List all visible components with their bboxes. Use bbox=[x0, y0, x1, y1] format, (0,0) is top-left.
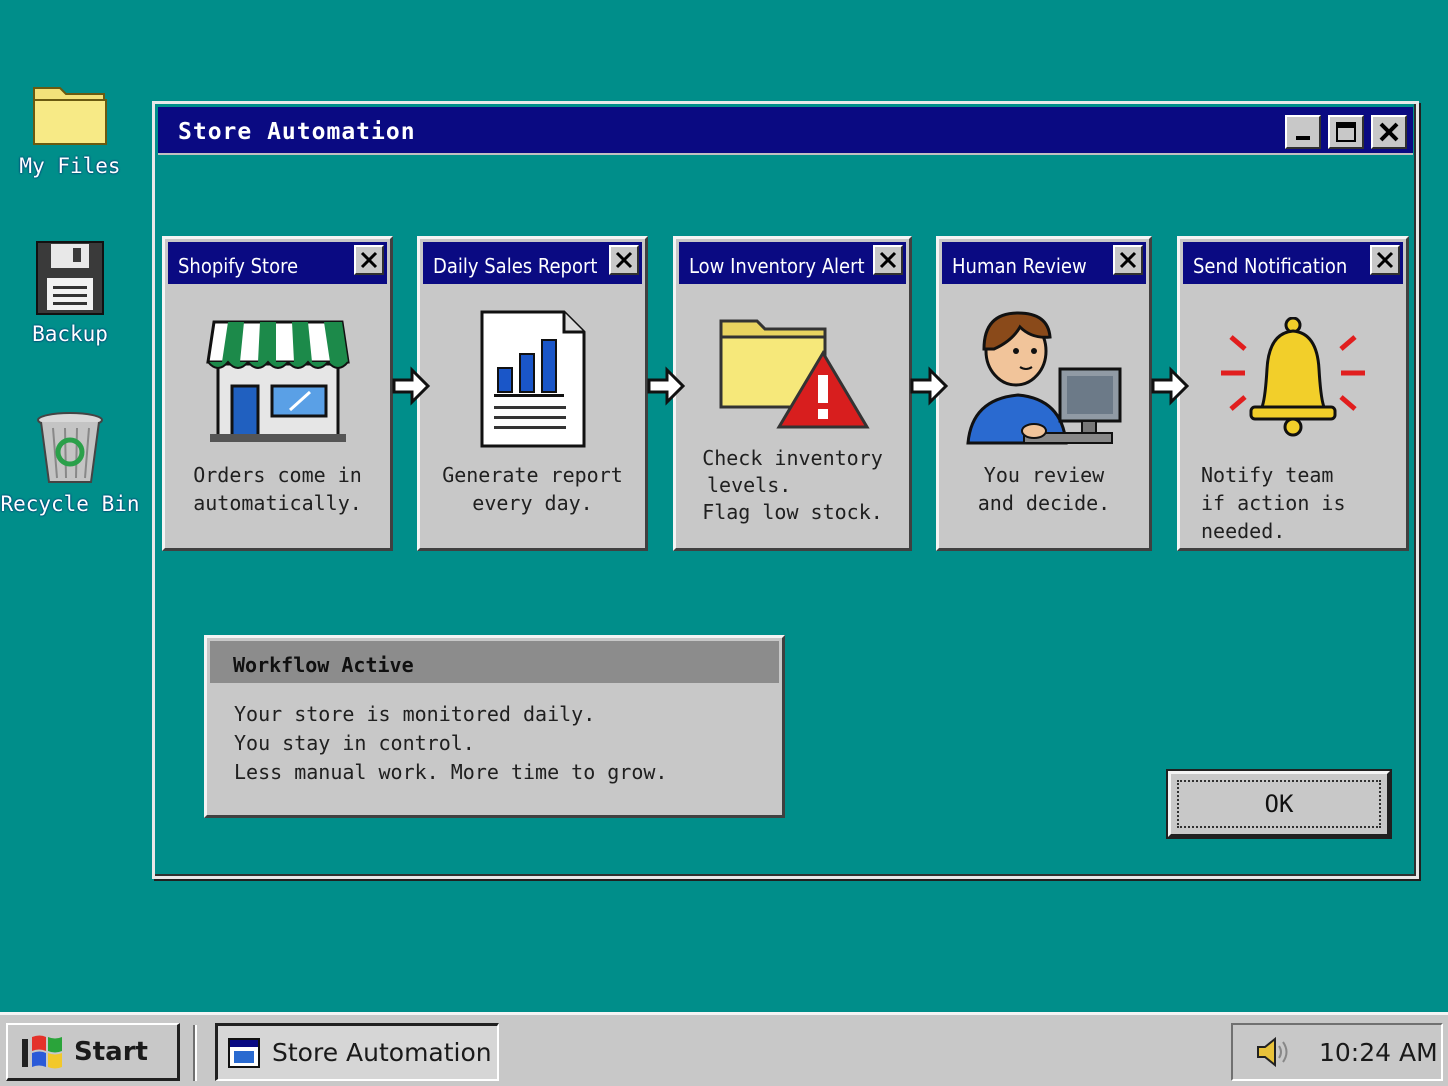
workflow-status-panel: Workflow Active Your store is monitored … bbox=[204, 635, 785, 818]
step-description-line: every day. bbox=[472, 491, 593, 515]
step-description-line: Check inventory bbox=[702, 446, 883, 470]
speaker-volume-icon[interactable] bbox=[1255, 1036, 1291, 1068]
close-button[interactable] bbox=[1371, 115, 1407, 149]
step-description-line: if action is needed. bbox=[1201, 491, 1346, 543]
window-title: Store Automation bbox=[178, 119, 416, 145]
step-card-daily-sales-report[interactable]: Daily Sales Report Generate report every… bbox=[417, 236, 648, 551]
step-card-send-notification[interactable]: Send Notification Notify team if action … bbox=[1177, 236, 1409, 551]
step-close-button[interactable] bbox=[1113, 245, 1143, 275]
step-description-line: automatically. bbox=[193, 491, 362, 515]
step-description-line: Orders come in bbox=[193, 463, 362, 487]
step-description-line: levels. bbox=[707, 473, 792, 497]
close-icon bbox=[1119, 251, 1137, 269]
windows-logo-icon bbox=[22, 1035, 62, 1068]
step-title: Low Inventory Alert bbox=[679, 242, 906, 284]
step-card-low-inventory-alert[interactable]: Low Inventory Alert Check inventory leve… bbox=[673, 236, 912, 551]
start-label: Start bbox=[74, 1036, 148, 1067]
close-icon bbox=[615, 251, 633, 269]
close-icon bbox=[879, 251, 897, 269]
step-close-button[interactable] bbox=[354, 245, 384, 275]
clock: 10:24 AM bbox=[1319, 1037, 1438, 1067]
status-line: You stay in control. bbox=[234, 731, 475, 755]
desktop-icon-label: Backup bbox=[32, 322, 108, 346]
maximize-icon bbox=[1336, 122, 1356, 142]
recycle-bin-icon bbox=[37, 412, 103, 483]
taskbar: Start Store Automation 10:24 AM bbox=[0, 1012, 1448, 1086]
taskbar-item-store-automation[interactable]: Store Automation bbox=[215, 1023, 499, 1081]
status-line: Less manual work. More time to grow. bbox=[234, 760, 668, 784]
window-app-icon bbox=[228, 1037, 260, 1068]
storefront-icon bbox=[205, 320, 350, 442]
desktop-icon-my-files[interactable]: My Files bbox=[0, 78, 140, 178]
step-description-line: and decide. bbox=[977, 491, 1111, 515]
step-close-button[interactable] bbox=[1370, 245, 1400, 275]
close-icon bbox=[1376, 251, 1394, 269]
status-line: Your store is monitored daily. bbox=[234, 702, 596, 726]
desktop-icon-recycle-bin[interactable]: Recycle Bin bbox=[0, 410, 140, 516]
arrow-right-icon bbox=[910, 366, 949, 406]
step-description-line: You review bbox=[983, 463, 1105, 487]
window-titlebar[interactable]: Store Automation bbox=[158, 107, 1413, 155]
step-card-shopify-store[interactable]: Shopify Store Orders come in automatical… bbox=[162, 236, 393, 551]
person-computer-icon bbox=[966, 311, 1122, 445]
desktop-icon-label: Recycle Bin bbox=[0, 492, 140, 516]
close-icon bbox=[1379, 122, 1399, 142]
floppy-disk-icon bbox=[36, 241, 104, 315]
step-description-line: Notify team bbox=[1201, 463, 1334, 487]
close-icon bbox=[360, 251, 378, 269]
status-title: Workflow Active bbox=[210, 641, 779, 683]
system-tray: 10:24 AM bbox=[1231, 1023, 1443, 1081]
arrow-right-icon bbox=[647, 366, 686, 406]
taskbar-item-label: Store Automation bbox=[272, 1038, 492, 1067]
desktop-icon-label: My Files bbox=[19, 154, 121, 178]
step-description-line: Flag low stock. bbox=[702, 500, 883, 524]
step-close-button[interactable] bbox=[873, 245, 903, 275]
report-chart-icon bbox=[480, 310, 585, 448]
minimize-icon bbox=[1296, 136, 1310, 140]
ok-button[interactable]: OK bbox=[1168, 771, 1390, 837]
step-card-human-review[interactable]: Human Review You review and decide. bbox=[936, 236, 1152, 551]
arrow-right-icon bbox=[392, 366, 431, 406]
minimize-button[interactable] bbox=[1285, 115, 1321, 149]
folder-icon bbox=[33, 87, 107, 145]
bell-icon bbox=[1221, 317, 1365, 437]
taskbar-separator bbox=[193, 1025, 197, 1081]
folder-warning-icon bbox=[719, 319, 870, 429]
maximize-button[interactable] bbox=[1328, 115, 1364, 149]
step-description-line: Generate report bbox=[442, 463, 623, 487]
step-close-button[interactable] bbox=[609, 245, 639, 275]
arrow-right-icon bbox=[1151, 366, 1190, 406]
ok-button-label: OK bbox=[1177, 780, 1381, 828]
start-button[interactable]: Start bbox=[6, 1023, 180, 1081]
desktop-icon-backup[interactable]: Backup bbox=[0, 240, 140, 346]
